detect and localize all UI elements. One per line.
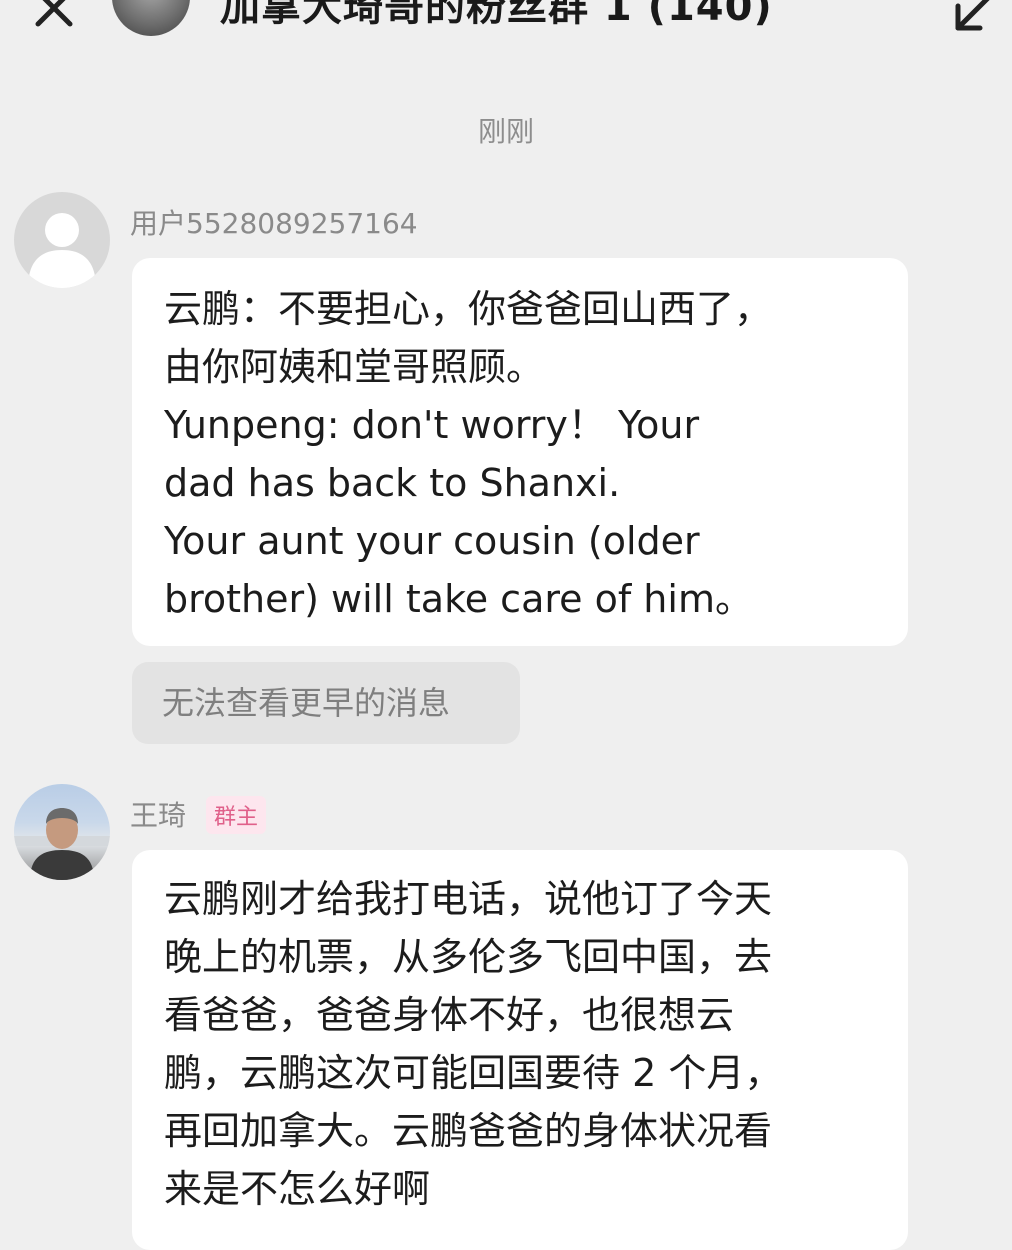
group-avatar[interactable] (112, 0, 190, 36)
sender-name: 王琦 (130, 799, 187, 832)
message-text: 云鹏：不要担心，你爸爸回山西了， 由你阿姨和堂哥照顾。 Yunpeng: don… (164, 287, 773, 621)
avatar[interactable] (14, 192, 110, 288)
message-bubble[interactable]: 云鹏：不要担心，你爸爸回山西了， 由你阿姨和堂哥照顾。 Yunpeng: don… (132, 258, 908, 646)
default-user-avatar-icon (28, 213, 96, 288)
close-button[interactable] (24, 0, 84, 38)
history-notice-text: 无法查看更早的消息 (162, 684, 451, 722)
timestamp-separator: 刚刚 (477, 115, 534, 148)
group-title: 加拿大琦哥的粉丝群 1 (140) (220, 0, 773, 30)
history-notice: 无法查看更早的消息 (132, 662, 520, 744)
collapse-button[interactable] (946, 0, 1004, 40)
sender-name: 用户5528089257164 (130, 207, 418, 240)
user-photo-avatar-icon (14, 808, 110, 880)
avatar[interactable] (14, 784, 110, 880)
owner-badge: 群主 (206, 796, 267, 834)
collapse-arrows-icon (955, 0, 990, 31)
close-icon (35, 0, 73, 27)
message-text: 云鹏刚才给我打电话，说他订了今天 晚上的机票，从多伦多飞回中国，去 看爸爸，爸爸… (164, 877, 783, 1211)
chat-header: 加拿大琦哥的粉丝群 1 (140) (0, 0, 1012, 40)
message-bubble[interactable]: 云鹏刚才给我打电话，说他订了今天 晚上的机票，从多伦多飞回中国，去 看爸爸，爸爸… (132, 850, 908, 1250)
